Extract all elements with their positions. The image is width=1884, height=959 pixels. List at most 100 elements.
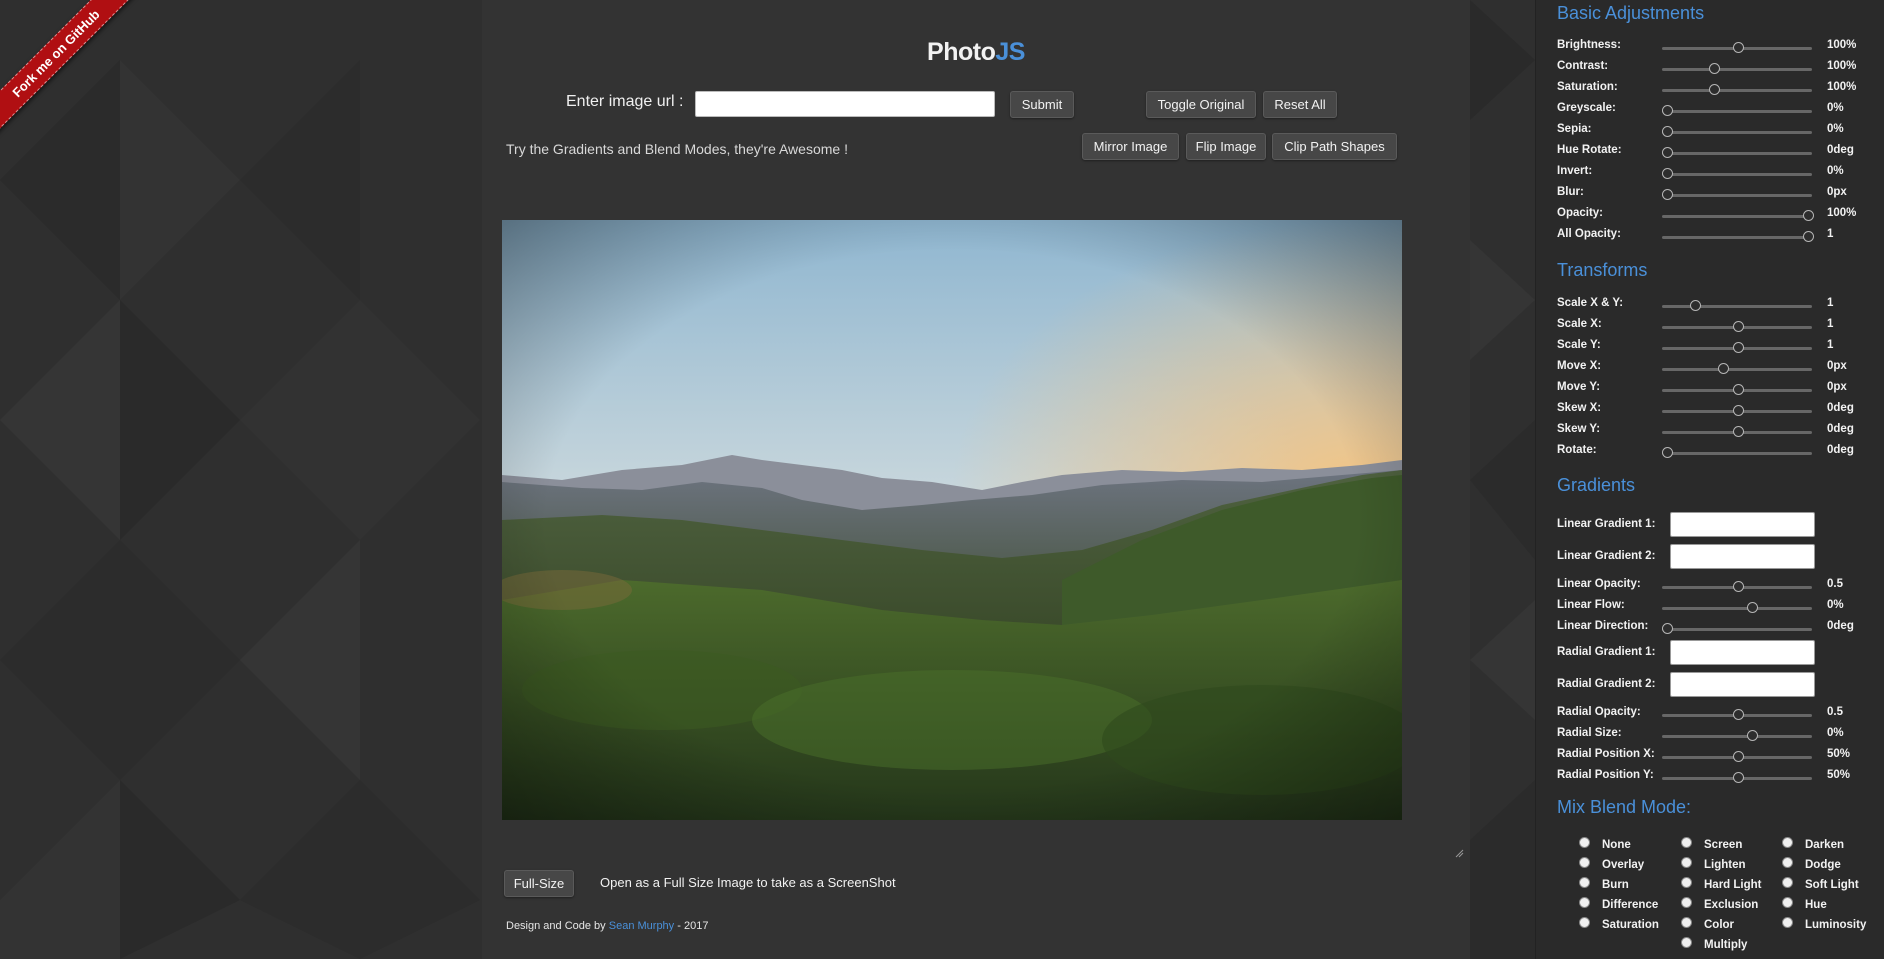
linear-gradient-1-color-input[interactable] (1670, 512, 1815, 537)
adjustments-sidebar: Basic Adjustments Brightness: 100% Contras… (1535, 0, 1884, 959)
full-size-button[interactable]: Full-Size (504, 870, 574, 897)
scale-y-value: 1 (1827, 339, 1834, 351)
scale-y-slider-thumb[interactable] (1733, 342, 1744, 353)
skew-x-slider[interactable] (1662, 405, 1812, 416)
radial-opacity-slider-thumb[interactable] (1733, 709, 1744, 720)
all-opacity-slider[interactable] (1662, 231, 1814, 242)
linear-flow-slider[interactable] (1662, 602, 1812, 613)
blend-color-radio[interactable] (1681, 917, 1692, 928)
scale-x-y-slider[interactable] (1662, 300, 1812, 311)
blend-soft-light-radio[interactable] (1782, 877, 1793, 888)
scale-x-slider[interactable] (1662, 321, 1812, 332)
greyscale-slider-thumb[interactable] (1662, 105, 1673, 116)
linear-direction-slider-thumb[interactable] (1662, 623, 1673, 634)
sepia-slider-thumb[interactable] (1662, 126, 1673, 137)
blend-hard-light-radio[interactable] (1681, 877, 1692, 888)
move-x-slider[interactable] (1662, 363, 1812, 374)
move-y-slider-thumb[interactable] (1733, 384, 1744, 395)
scale-x-y-slider-thumb[interactable] (1690, 300, 1701, 311)
blend-difference-radio[interactable] (1579, 897, 1590, 908)
clip-path-shapes-button[interactable]: Clip Path Shapes (1272, 133, 1397, 160)
toggle-original-button[interactable]: Toggle Original (1146, 91, 1256, 118)
blend-saturation-radio[interactable] (1579, 917, 1590, 928)
fork-on-github-ribbon[interactable]: Fork me on GitHub (0, 0, 137, 134)
opacity-slider[interactable] (1662, 210, 1814, 221)
radial-position-y-slider[interactable] (1662, 772, 1812, 783)
linear-flow-label: Linear Flow: (1557, 599, 1625, 611)
brightness-slider[interactable] (1662, 42, 1812, 53)
blend-darken-radio[interactable] (1782, 837, 1793, 848)
radial-size-slider[interactable] (1662, 730, 1812, 741)
rotate-label: Rotate: (1557, 444, 1597, 456)
blur-slider-thumb[interactable] (1662, 189, 1673, 200)
resize-grip-icon[interactable] (1454, 848, 1464, 858)
blur-slider[interactable] (1662, 189, 1812, 200)
image-url-input[interactable] (695, 91, 995, 117)
rotate-slider-thumb[interactable] (1662, 447, 1673, 458)
blend-burn-radio[interactable] (1579, 877, 1590, 888)
submit-button[interactable]: Submit (1010, 91, 1074, 118)
blend-multiply-label: Multiply (1704, 939, 1748, 951)
greyscale-slider[interactable] (1662, 105, 1812, 116)
radial-size-slider-thumb[interactable] (1747, 730, 1758, 741)
blend-multiply-radio[interactable] (1681, 937, 1692, 948)
rotate-slider[interactable] (1662, 447, 1812, 458)
author-link[interactable]: Sean Murphy (609, 920, 674, 932)
linear-flow-slider-thumb[interactable] (1747, 602, 1758, 613)
blend-overlay-radio[interactable] (1579, 857, 1590, 868)
invert-slider[interactable] (1662, 168, 1812, 179)
blend-dodge-radio[interactable] (1782, 857, 1793, 868)
scale-x-slider-thumb[interactable] (1733, 321, 1744, 332)
hue-rotate-slider-thumb[interactable] (1662, 147, 1673, 158)
saturation-slider[interactable] (1662, 84, 1812, 95)
linear-opacity-slider[interactable] (1662, 581, 1812, 592)
move-x-label: Move X: (1557, 360, 1602, 372)
blend-screen-radio[interactable] (1681, 837, 1692, 848)
contrast-slider-thumb[interactable] (1709, 63, 1720, 74)
greyscale-value: 0% (1827, 102, 1844, 114)
radial-position-x-slider[interactable] (1662, 751, 1812, 762)
saturation-slider-thumb[interactable] (1709, 84, 1720, 95)
radial-position-y-slider-thumb[interactable] (1733, 772, 1744, 783)
reset-all-button[interactable]: Reset All (1263, 91, 1337, 118)
scale-y-slider[interactable] (1662, 342, 1812, 353)
logo-photo-text: Photo (927, 38, 996, 66)
blend-hard-light-label: Hard Light (1704, 879, 1762, 891)
flip-image-button[interactable]: Flip Image (1186, 133, 1266, 160)
blend-luminosity-radio[interactable] (1782, 917, 1793, 928)
mirror-image-button[interactable]: Mirror Image (1082, 133, 1179, 160)
contrast-slider[interactable] (1662, 63, 1812, 74)
rotate-value: 0deg (1827, 444, 1854, 456)
skew-y-slider-thumb[interactable] (1733, 426, 1744, 437)
radial-gradient-1-color-input[interactable] (1670, 640, 1815, 665)
linear-opacity-slider-thumb[interactable] (1733, 581, 1744, 592)
linear-direction-value: 0deg (1827, 620, 1854, 632)
move-y-slider[interactable] (1662, 384, 1812, 395)
sepia-slider[interactable] (1662, 126, 1812, 137)
linear-gradient-2-color-input[interactable] (1670, 544, 1815, 569)
radial-gradient-2-color-input[interactable] (1670, 672, 1815, 697)
blend-soft-light-label: Soft Light (1805, 879, 1859, 891)
move-x-slider-thumb[interactable] (1718, 363, 1729, 374)
hue-rotate-slider[interactable] (1662, 147, 1812, 158)
radial-position-x-slider-thumb[interactable] (1733, 751, 1744, 762)
all-opacity-slider-thumb[interactable] (1803, 231, 1814, 242)
brightness-slider-thumb[interactable] (1733, 42, 1744, 53)
blend-none-radio[interactable] (1579, 837, 1590, 848)
invert-label: Invert: (1557, 165, 1593, 177)
radial-opacity-slider[interactable] (1662, 709, 1812, 720)
blend-exclusion-radio[interactable] (1681, 897, 1692, 908)
radial-position-x-label: Radial Position X: (1557, 748, 1655, 760)
skew-y-value: 0deg (1827, 423, 1854, 435)
skew-x-slider-thumb[interactable] (1733, 405, 1744, 416)
all-opacity-value: 1 (1827, 228, 1834, 240)
skew-y-slider[interactable] (1662, 426, 1812, 437)
blend-hue-radio[interactable] (1782, 897, 1793, 908)
radial-position-y-value: 50% (1827, 769, 1851, 781)
linear-direction-slider[interactable] (1662, 623, 1812, 634)
tagline: Try the Gradients and Blend Modes, they'… (506, 141, 848, 157)
blend-lighten-radio[interactable] (1681, 857, 1692, 868)
invert-slider-thumb[interactable] (1662, 168, 1673, 179)
blend-hue-label: Hue (1805, 899, 1827, 911)
opacity-slider-thumb[interactable] (1803, 210, 1814, 221)
